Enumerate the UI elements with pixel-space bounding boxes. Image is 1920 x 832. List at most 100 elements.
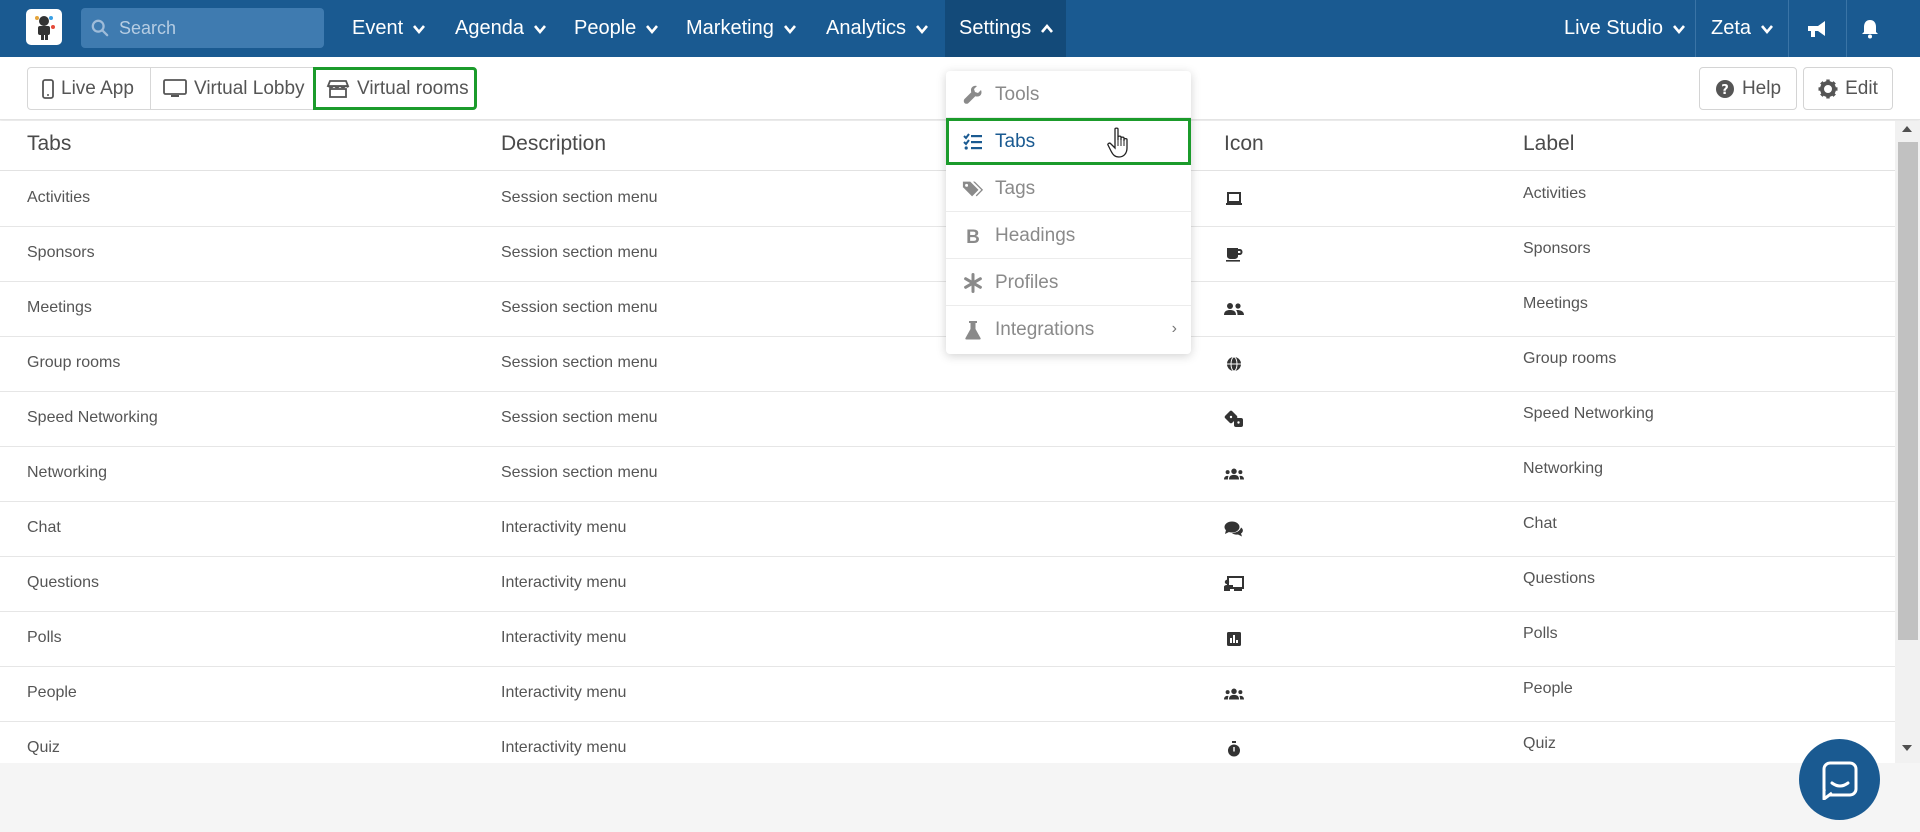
cell-label: Chat [1523,515,1557,532]
nav-divider [1846,0,1847,57]
hand-pointer-cursor-icon [1107,127,1128,158]
tab-virtual-lobby-label: Virtual Lobby [194,77,305,99]
dice-icon [1224,409,1244,429]
table-row[interactable]: Quiz Interactivity menu Quiz [0,722,1895,763]
cell-tab: Polls [27,629,62,646]
nav-settings-label: Settings [959,17,1032,39]
nav-people[interactable]: People [574,0,659,57]
svg-text:B: B [966,227,980,246]
app-logo[interactable] [26,9,62,45]
store-icon [326,79,350,98]
settings-dropdown-menu: Tools Tabs Tags B Headings Profiles Inte… [946,71,1191,354]
question-circle-icon: ? [1715,79,1734,98]
menu-item-tabs-label: Tabs [995,131,1036,152]
menu-item-headings[interactable]: B Headings [946,212,1191,259]
chevron-down-icon [783,24,796,34]
nav-analytics[interactable]: Analytics [826,0,929,57]
nav-settings[interactable]: Settings [945,0,1066,57]
svg-text:?: ? [1721,83,1729,98]
chat-widget-button[interactable] [1799,739,1880,820]
edit-button[interactable]: Edit [1803,67,1893,110]
cell-description: Session section menu [501,464,658,481]
cell-description: Session section menu [501,354,658,371]
cell-label: Networking [1523,460,1604,477]
poll-icon [1224,629,1244,649]
menu-item-integrations[interactable]: Integrations › [946,306,1191,353]
cell-description: Session section menu [501,244,658,261]
nav-people-label: People [574,17,637,39]
header-label: Label [1523,132,1575,155]
scrollbar-thumb[interactable] [1898,142,1918,640]
cell-description: Session section menu [501,189,658,206]
chevron-down-icon [413,24,426,34]
cell-tab: Sponsors [27,244,95,261]
coffee-icon [1224,244,1244,264]
header-description: Description [501,132,607,155]
scroll-up-arrow-icon[interactable] [1901,124,1913,134]
search-input[interactable]: Search [81,8,324,48]
tab-live-app[interactable]: Live App [27,67,151,110]
table-row[interactable]: Polls Interactivity menu Polls [0,612,1895,667]
notifications-button[interactable] [1855,0,1885,57]
table-row[interactable]: Networking Session section menu Networking [0,447,1895,502]
gear-icon [1818,79,1838,98]
header-icon: Icon [1224,132,1264,155]
cell-tab: Meetings [27,299,92,316]
desktop-icon [163,78,187,97]
nav-marketing[interactable]: Marketing [686,0,797,57]
tab-live-app-label: Live App [61,77,134,99]
help-button-label: Help [1741,77,1782,99]
cell-label: Speed Networking [1523,405,1654,422]
user-friends-icon [1224,299,1244,319]
nav-divider [1788,0,1789,57]
logo-icon [35,16,55,40]
menu-item-integrations-label: Integrations [995,319,1095,340]
table-row[interactable]: People Interactivity menu People [0,667,1895,722]
edit-button-label: Edit [1845,77,1878,99]
cell-label: Quiz [1523,735,1556,752]
cell-tab: Chat [27,519,61,536]
nav-user-label: Zeta [1711,17,1752,39]
cell-label: Activities [1523,185,1587,202]
cell-label: Questions [1523,570,1596,587]
globe-icon [1224,354,1244,374]
chevron-down-icon [646,24,659,34]
menu-item-profiles[interactable]: Profiles [946,259,1191,306]
table-row[interactable]: Chat Interactivity menu Chat [0,502,1895,557]
scroll-down-arrow-icon[interactable] [1901,743,1913,753]
flask-icon [962,319,984,341]
nav-live-studio[interactable]: Live Studio [1564,0,1686,57]
chevron-down-icon [1761,24,1774,34]
table-row[interactable]: Questions Interactivity menu Questions [0,557,1895,612]
tab-virtual-rooms-label: Virtual rooms [357,77,469,99]
menu-item-tools[interactable]: Tools [946,71,1191,118]
announcements-button[interactable] [1800,0,1834,57]
laptop-icon [1224,189,1244,209]
nav-agenda-label: Agenda [455,17,524,39]
menu-item-tags[interactable]: Tags [946,165,1191,212]
wrench-icon [962,84,984,106]
cell-tab: Activities [27,189,91,206]
chevron-right-icon: › [1171,320,1177,337]
tags-icon [962,178,984,200]
nav-analytics-label: Analytics [826,17,907,39]
users-icon [1224,464,1244,484]
help-button[interactable]: ? Help [1699,67,1797,110]
search-placeholder: Search [119,17,177,38]
cell-label: Group rooms [1523,350,1617,367]
nav-event[interactable]: Event [352,0,426,57]
chat-icon [1822,761,1857,800]
menu-item-tabs[interactable]: Tabs [946,118,1191,165]
tab-virtual-lobby[interactable]: Virtual Lobby [150,67,314,110]
nav-user-menu[interactable]: Zeta [1711,0,1774,57]
cell-tab: Quiz [27,739,60,756]
asterisk-icon [962,272,984,294]
nav-agenda[interactable]: Agenda [455,0,547,57]
cell-tab: People [27,684,77,701]
table-row[interactable]: Speed Networking Session section menu Spee… [0,392,1895,447]
chalkboard-icon [1224,574,1244,594]
cell-label: Meetings [1523,295,1588,312]
nav-live-studio-label: Live Studio [1564,17,1663,39]
tab-virtual-rooms[interactable]: Virtual rooms [313,67,477,110]
users-icon [1224,684,1244,704]
